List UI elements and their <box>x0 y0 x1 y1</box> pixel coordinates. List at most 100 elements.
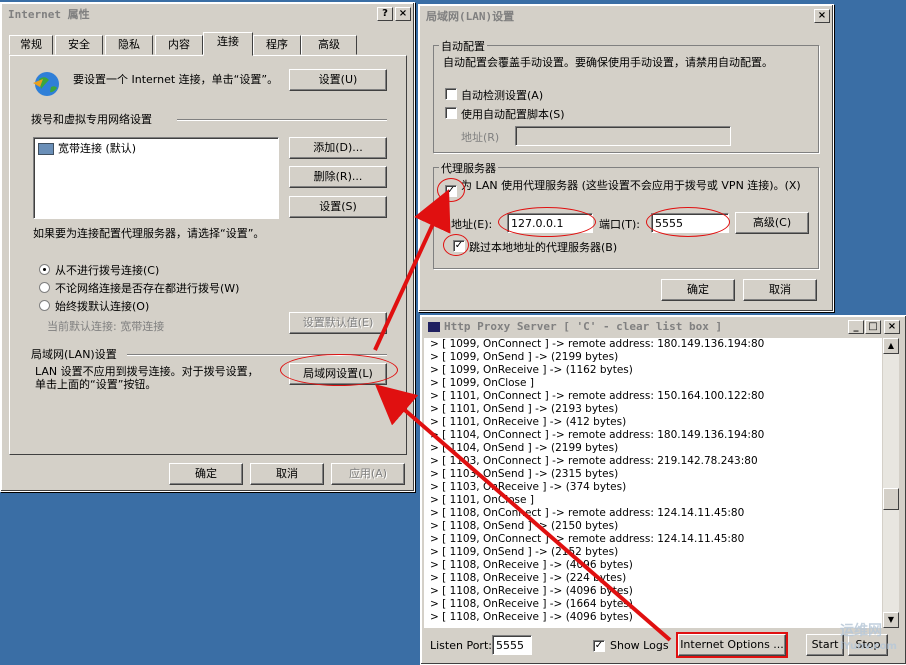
scroll-up-arrow-icon[interactable]: ▲ <box>883 338 899 354</box>
setup-button[interactable]: 设置(U) <box>289 69 387 91</box>
log-line[interactable]: > [ 1108, OnReceive ] -> (4096 bytes) <box>430 559 882 572</box>
bypass-local-checkbox[interactable]: ✓ <box>453 240 465 252</box>
tab-privacy[interactable]: 隐私 <box>105 35 153 55</box>
proxy-port-input[interactable]: 5555 <box>651 213 729 233</box>
log-line[interactable]: > [ 1109, OnConnect ] -> remote address:… <box>430 533 882 546</box>
lan-settings-window: 局域网(LAN)设置 × 自动配置 自动配置会覆盖手动设置。要确保使用手动设置，… <box>418 4 834 312</box>
add-button[interactable]: 添加(D)... <box>289 137 387 159</box>
ok-button[interactable]: 确定 <box>169 463 243 485</box>
show-logs-label[interactable]: Show Logs <box>610 639 669 652</box>
start-button[interactable]: Start <box>806 634 844 656</box>
use-proxy-label[interactable]: 为 LAN 使用代理服务器 (这些设置不会应用于拨号或 VPN 连接)。(X) <box>461 179 811 192</box>
internet-properties-window: Internet 属性 ? × 常规 安全 隐私 内容 连接 程序 高级 要设置… <box>0 2 415 492</box>
maximize-button[interactable]: □ <box>865 320 881 334</box>
watermark-line2: iYunv.com <box>840 641 897 652</box>
proxy-port-value: 5555 <box>655 217 683 230</box>
cancel-button[interactable]: 取消 <box>743 279 817 301</box>
apply-button[interactable]: 应用(A) <box>331 463 405 485</box>
ok-button[interactable]: 确定 <box>661 279 735 301</box>
radio-never-dial-label[interactable]: 从不进行拨号连接(C) <box>55 262 159 278</box>
list-item-label: 宽带连接 (默认) <box>58 142 137 155</box>
log-line[interactable]: > [ 1101, OnSend ] -> (2193 bytes) <box>430 403 882 416</box>
close-button[interactable]: × <box>884 320 900 334</box>
proxy-address-input[interactable]: 127.0.0.1 <box>507 213 593 233</box>
tab-general[interactable]: 常规 <box>9 35 53 55</box>
tab-programs[interactable]: 程序 <box>253 35 301 55</box>
current-default-label: 当前默认连接: 宽带连接 <box>47 320 165 333</box>
log-scrollbar[interactable]: ▲ ▼ <box>883 338 899 628</box>
auto-script-checkbox[interactable] <box>445 107 457 119</box>
script-address-input[interactable] <box>515 126 731 146</box>
listen-port-input[interactable]: 5555 <box>492 635 532 655</box>
log-line[interactable]: > [ 1108, OnReceive ] -> (4096 bytes) <box>430 585 882 598</box>
log-line[interactable]: > [ 1108, OnReceive ] -> (1664 bytes) <box>430 598 882 611</box>
close-button[interactable]: × <box>395 7 411 21</box>
setup-description: 要设置一个 Internet 连接，单击“设置”。 <box>73 73 279 86</box>
lan-description: LAN 设置不应用到拨号连接。对于拨号设置，单击上面的“设置”按钮。 <box>35 365 259 391</box>
scroll-thumb[interactable] <box>883 488 899 510</box>
log-line[interactable]: > [ 1101, OnReceive ] -> (412 bytes) <box>430 416 882 429</box>
log-line[interactable]: > [ 1104, OnConnect ] -> remote address:… <box>430 429 882 442</box>
log-line[interactable]: > [ 1101, OnConnect ] -> remote address:… <box>430 390 882 403</box>
proxy-server-group-label: 代理服务器 <box>439 160 498 176</box>
log-line[interactable]: > [ 1108, OnReceive ] -> (4096 bytes) <box>430 611 882 624</box>
log-line[interactable]: > [ 1103, OnReceive ] -> (374 bytes) <box>430 481 882 494</box>
radio-always-dial-label[interactable]: 始终拨默认连接(O) <box>55 298 149 314</box>
tab-content[interactable]: 内容 <box>155 35 203 55</box>
log-line[interactable]: > [ 1103, OnConnect ] -> remote address:… <box>430 455 882 468</box>
settings-button[interactable]: 设置(S) <box>289 196 387 218</box>
log-line[interactable]: > [ 1101, OnClose ] <box>430 494 882 507</box>
lan-section-label: 局域网(LAN)设置 <box>31 348 117 361</box>
auto-detect-checkbox[interactable] <box>445 88 457 100</box>
use-proxy-checkbox[interactable]: ✓ <box>445 185 457 197</box>
internet-options-button[interactable]: Internet Options ... <box>678 634 786 656</box>
script-address-label: 地址(R) <box>461 131 500 144</box>
remove-button[interactable]: 删除(R)... <box>289 166 387 188</box>
log-listbox[interactable]: > [ 1099, OnConnect ] -> remote address:… <box>424 338 882 628</box>
log-line[interactable]: > [ 1108, OnSend ] -> (2150 bytes) <box>430 520 882 533</box>
radio-never-dial[interactable] <box>39 264 50 275</box>
radio-dial-when-none[interactable] <box>39 282 50 293</box>
tab-security[interactable]: 安全 <box>55 35 103 55</box>
set-default-button[interactable]: 设置默认值(E) <box>289 312 387 334</box>
cancel-button[interactable]: 取消 <box>250 463 324 485</box>
auto-config-group-label: 自动配置 <box>439 38 487 54</box>
advanced-button[interactable]: 高级(C) <box>735 212 809 234</box>
radio-always-dial[interactable] <box>39 300 50 311</box>
list-item[interactable]: 宽带连接 (默认) <box>38 140 136 156</box>
minimize-button[interactable]: _ <box>848 320 864 334</box>
log-line[interactable]: > [ 1099, OnClose ] <box>430 377 882 390</box>
dial-connection-list[interactable]: 宽带连接 (默认) <box>33 137 279 219</box>
lan-settings-title: 局域网(LAN)设置 <box>422 8 830 26</box>
dial-section-label: 拨号和虚拟专用网络设置 <box>31 113 152 126</box>
log-line[interactable]: > [ 1104, OnSend ] -> (2199 bytes) <box>430 442 882 455</box>
show-logs-checkbox[interactable]: ✓ <box>593 640 605 652</box>
globe-icon <box>31 69 61 99</box>
close-button[interactable]: × <box>814 9 830 23</box>
proxy-server-title: Http Proxy Server [ 'C' - clear list box… <box>424 318 902 336</box>
log-line[interactable]: > [ 1108, OnReceive ] -> (224 bytes) <box>430 572 882 585</box>
lan-section-divider <box>127 354 387 356</box>
tab-advanced[interactable]: 高级 <box>301 35 357 55</box>
current-default-value: 宽带连接 <box>120 320 165 333</box>
lan-settings-button[interactable]: 局域网设置(L) <box>289 363 387 385</box>
log-line[interactable]: > [ 1109, OnSend ] -> (2152 bytes) <box>430 546 882 559</box>
listen-port-value: 5555 <box>496 639 524 652</box>
tab-connections[interactable]: 连接 <box>203 32 253 56</box>
bypass-local-label[interactable]: 跳过本地地址的代理服务器(B) <box>469 239 617 255</box>
listen-port-label: Listen Port: <box>430 639 492 652</box>
log-line[interactable]: > [ 1099, OnReceive ] -> (1162 bytes) <box>430 364 882 377</box>
watermark-logo: 运维网 iYunv.com <box>840 624 897 654</box>
internet-properties-title: Internet 属性 <box>4 6 411 24</box>
proxy-address-label: 地址(E): <box>451 218 493 231</box>
log-line[interactable]: > [ 1108, OnConnect ] -> remote address:… <box>430 507 882 520</box>
log-line[interactable]: > [ 1099, OnSend ] -> (2199 bytes) <box>430 351 882 364</box>
auto-detect-label[interactable]: 自动检测设置(A) <box>461 87 543 103</box>
radio-dial-when-none-label[interactable]: 不论网络连接是否存在都进行拨号(W) <box>55 280 239 296</box>
log-line[interactable]: > [ 1103, OnSend ] -> (2315 bytes) <box>430 468 882 481</box>
log-line[interactable]: > [ 1099, OnConnect ] -> remote address:… <box>430 338 882 351</box>
proxy-server-title-text: Http Proxy Server [ 'C' - clear list box… <box>444 320 723 333</box>
proxy-hint: 如果要为连接配置代理服务器，请选择“设置”。 <box>33 227 265 240</box>
help-button[interactable]: ? <box>377 7 393 21</box>
auto-script-label[interactable]: 使用自动配置脚本(S) <box>461 106 565 122</box>
